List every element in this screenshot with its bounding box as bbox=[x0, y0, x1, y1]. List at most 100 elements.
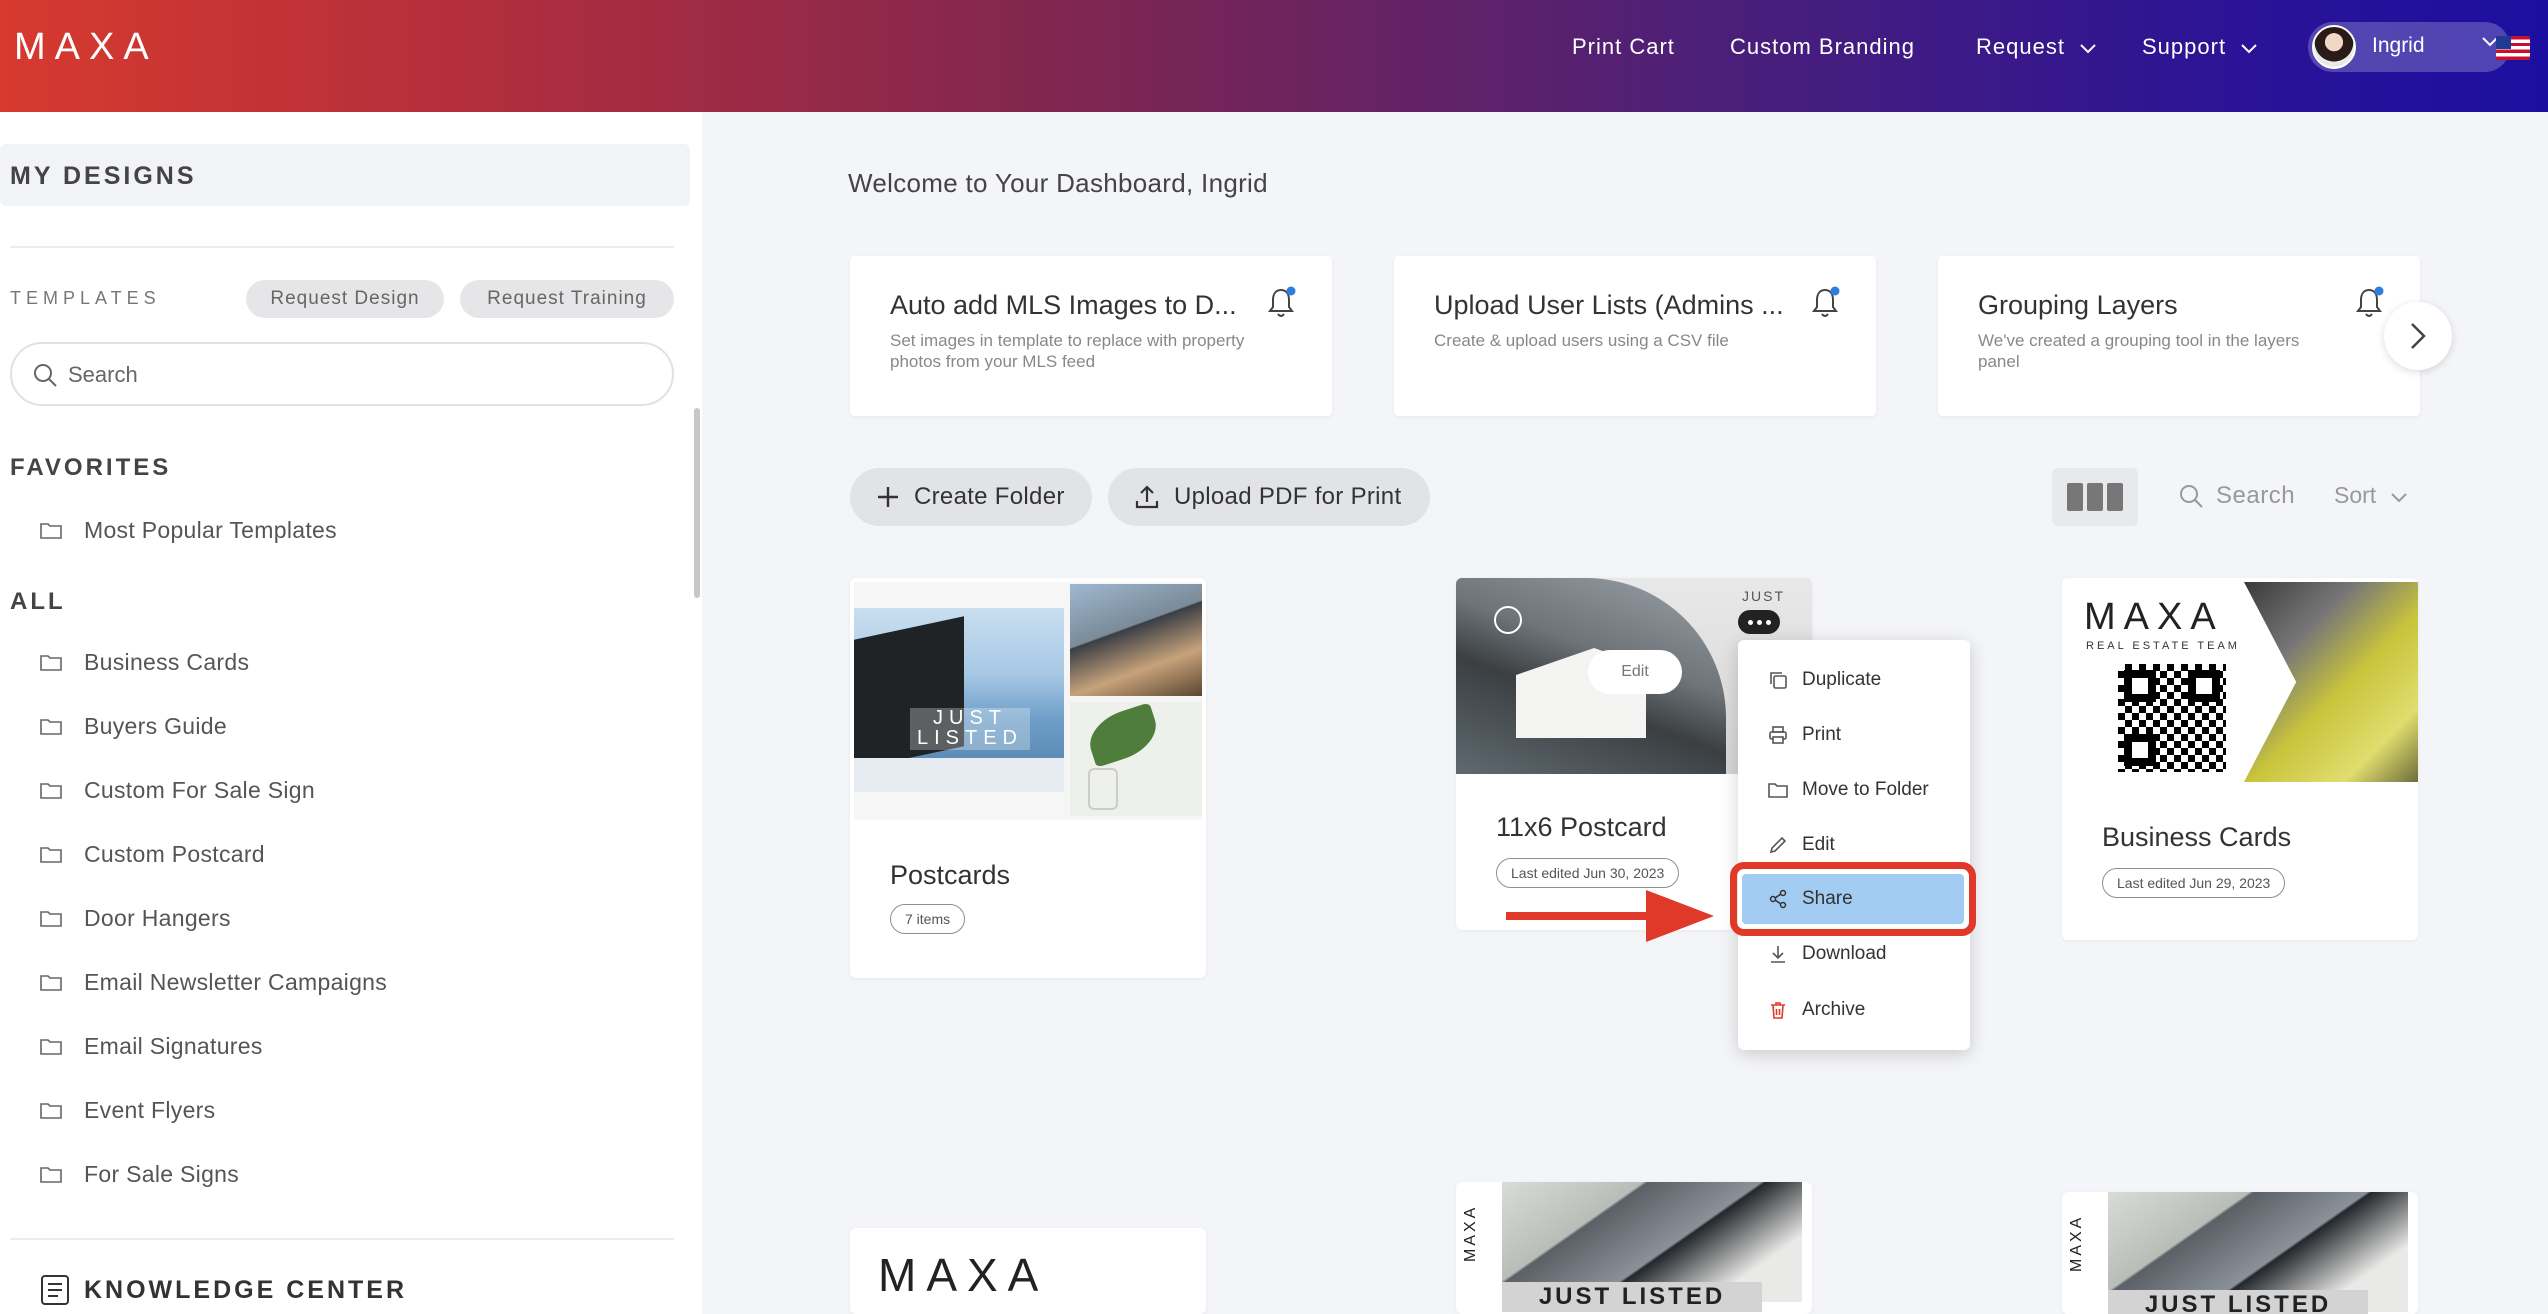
feature-card[interactable]: Auto add MLS Images to D... Set images i… bbox=[850, 256, 1332, 416]
edit-button[interactable]: Edit bbox=[1588, 650, 1682, 694]
request-design-button[interactable]: Request Design bbox=[246, 280, 444, 318]
house-photo bbox=[2244, 582, 2418, 782]
thumbnail-logo: MAXA bbox=[2084, 596, 2224, 638]
folder-icon bbox=[40, 719, 62, 735]
create-folder-label: Create Folder bbox=[914, 483, 1065, 510]
thumbnail-text: JUST bbox=[1742, 588, 1785, 604]
more-options-button[interactable] bbox=[1738, 610, 1780, 634]
designs-search[interactable]: Search bbox=[2178, 482, 2295, 510]
more-icon bbox=[1747, 619, 1753, 625]
sidebar-item-most-popular-templates[interactable]: Most Popular Templates bbox=[40, 512, 337, 548]
folder-icon bbox=[40, 783, 62, 799]
design-card[interactable]: MAXA JUST LISTED bbox=[1456, 1182, 1812, 1314]
sidebar-item-custom-postcard[interactable]: Custom Postcard bbox=[40, 836, 265, 872]
folder-icon bbox=[40, 1167, 62, 1183]
sidebar-item-label: For Sale Signs bbox=[84, 1160, 240, 1187]
chevron-right-icon bbox=[2411, 323, 2426, 349]
upload-pdf-label: Upload PDF for Print bbox=[1174, 483, 1402, 510]
nav-print-cart[interactable]: Print Cart bbox=[1572, 34, 1675, 60]
design-thumbnail: JUST LISTED bbox=[854, 582, 1202, 820]
folder-icon bbox=[40, 1103, 62, 1119]
avatar bbox=[2312, 25, 2356, 69]
menu-item-label: Download bbox=[1802, 943, 1887, 964]
sidebar-item-custom-for-sale-sign[interactable]: Custom For Sale Sign bbox=[40, 772, 315, 808]
design-card[interactable]: MAXA REAL ESTATE TEAM Business Cards Las… bbox=[2062, 578, 2418, 940]
leaf-icon bbox=[1082, 702, 1164, 768]
feature-title: Upload User Lists (Admins ... bbox=[1434, 290, 1784, 320]
nav-request[interactable]: Request bbox=[1976, 34, 2096, 60]
my-designs-header[interactable]: MY DESIGNS bbox=[0, 144, 690, 206]
menu-item-move-to-folder[interactable]: Move to Folder bbox=[1738, 768, 1970, 812]
feature-card[interactable]: Grouping Layers We've created a grouping… bbox=[1938, 256, 2420, 416]
download-icon bbox=[1771, 946, 1785, 963]
copy-icon bbox=[1770, 672, 1787, 689]
folder-icon bbox=[40, 911, 62, 927]
plant-photo bbox=[1070, 702, 1202, 816]
sidebar-item-for-sale-signs[interactable]: For Sale Signs bbox=[40, 1156, 239, 1192]
knowledge-center-label: KNOWLEDGE CENTER bbox=[84, 1275, 407, 1304]
design-card[interactable]: MAXA bbox=[850, 1228, 1206, 1314]
grid-view-toggle[interactable] bbox=[2052, 468, 2138, 526]
upload-icon bbox=[1135, 485, 1159, 509]
sidebar: MY DESIGNS TEMPLATES Request Design Requ… bbox=[0, 112, 702, 1314]
design-folder-card[interactable]: JUST LISTED Postcards 7 items bbox=[850, 578, 1206, 978]
sidebar-item-email-newsletter-campaigns[interactable]: Email Newsletter Campaigns bbox=[40, 964, 387, 1000]
sidebar-item-label: Most Popular Templates bbox=[84, 516, 337, 543]
sidebar-item-event-flyers[interactable]: Event Flyers bbox=[40, 1092, 215, 1128]
menu-item-duplicate[interactable]: Duplicate bbox=[1738, 658, 1970, 702]
sort-dropdown[interactable]: Sort bbox=[2334, 482, 2407, 509]
user-menu[interactable]: Ingrid bbox=[2308, 22, 2510, 72]
feature-description: Create & upload users using a CSV file bbox=[1434, 331, 1729, 350]
menu-item-label: Move to Folder bbox=[1802, 779, 1929, 800]
nav-support[interactable]: Support bbox=[2142, 34, 2257, 60]
card-title: 11x6 Postcard bbox=[1496, 812, 1667, 842]
sidebar-item-business-cards[interactable]: Business Cards bbox=[40, 644, 249, 680]
search-icon bbox=[32, 362, 58, 393]
sidebar-item-label: Email Signatures bbox=[84, 1032, 263, 1059]
folder-icon bbox=[40, 655, 62, 671]
feature-card[interactable]: Upload User Lists (Admins ... Create & u… bbox=[1394, 256, 1876, 416]
welcome-message: Welcome to Your Dashboard, Ingrid bbox=[848, 168, 1268, 198]
menu-item-print[interactable]: Print bbox=[1738, 713, 1970, 757]
carousel-next-button[interactable] bbox=[2384, 302, 2452, 370]
bell-icon[interactable] bbox=[1266, 286, 1296, 320]
sidebar-item-label: Email Newsletter Campaigns bbox=[84, 968, 388, 995]
knowledge-center-link[interactable]: KNOWLEDGE CENTER bbox=[40, 1274, 407, 1306]
top-header: MAXA Print Cart Custom Branding Request … bbox=[0, 0, 2548, 112]
select-checkbox[interactable] bbox=[1494, 606, 1522, 634]
house-photo bbox=[1070, 584, 1202, 696]
menu-item-label: Archive bbox=[1802, 999, 1866, 1020]
bell-icon[interactable] bbox=[1810, 286, 1840, 320]
maxa-logo[interactable]: MAXA bbox=[14, 26, 158, 69]
sidebar-item-door-hangers[interactable]: Door Hangers bbox=[40, 900, 231, 936]
vase-icon bbox=[1088, 768, 1118, 810]
nav-print-cart-label: Print Cart bbox=[1572, 34, 1675, 59]
design-thumbnail: MAXA REAL ESTATE TEAM bbox=[2066, 582, 2418, 782]
menu-item-archive[interactable]: Archive bbox=[1738, 988, 1970, 1032]
template-search bbox=[10, 342, 674, 406]
folder-icon bbox=[40, 847, 62, 863]
sidebar-scrollbar[interactable] bbox=[694, 408, 700, 598]
upload-pdf-button[interactable]: Upload PDF for Print bbox=[1108, 468, 1430, 526]
thumbnail-logo: MAXA bbox=[2068, 1214, 2085, 1272]
search-input[interactable] bbox=[68, 354, 648, 396]
create-folder-button[interactable]: Create Folder bbox=[850, 468, 1092, 526]
request-training-button[interactable]: Request Training bbox=[460, 280, 674, 318]
menu-item-label: Duplicate bbox=[1802, 669, 1882, 690]
sidebar-item-label: Custom For Sale Sign bbox=[84, 776, 315, 803]
thumbnail-logo: MAXA bbox=[878, 1249, 1049, 1301]
us-flag-icon[interactable] bbox=[2496, 36, 2530, 60]
sidebar-item-email-signatures[interactable]: Email Signatures bbox=[40, 1028, 263, 1064]
more-icon bbox=[1765, 619, 1771, 625]
menu-item-edit[interactable]: Edit bbox=[1738, 823, 1970, 867]
menu-item-download[interactable]: Download bbox=[1738, 932, 1970, 976]
nav-request-label: Request bbox=[1976, 34, 2065, 59]
bell-icon[interactable] bbox=[2354, 286, 2384, 320]
divider bbox=[10, 246, 674, 248]
design-card[interactable]: MAXA JUST LISTED bbox=[2062, 1192, 2418, 1314]
folder-icon bbox=[40, 523, 62, 539]
nav-custom-branding[interactable]: Custom Branding bbox=[1730, 34, 1915, 60]
sidebar-item-buyers-guide[interactable]: Buyers Guide bbox=[40, 708, 227, 744]
grid-view-icon bbox=[2107, 483, 2123, 511]
all-heading: ALL bbox=[10, 588, 66, 615]
